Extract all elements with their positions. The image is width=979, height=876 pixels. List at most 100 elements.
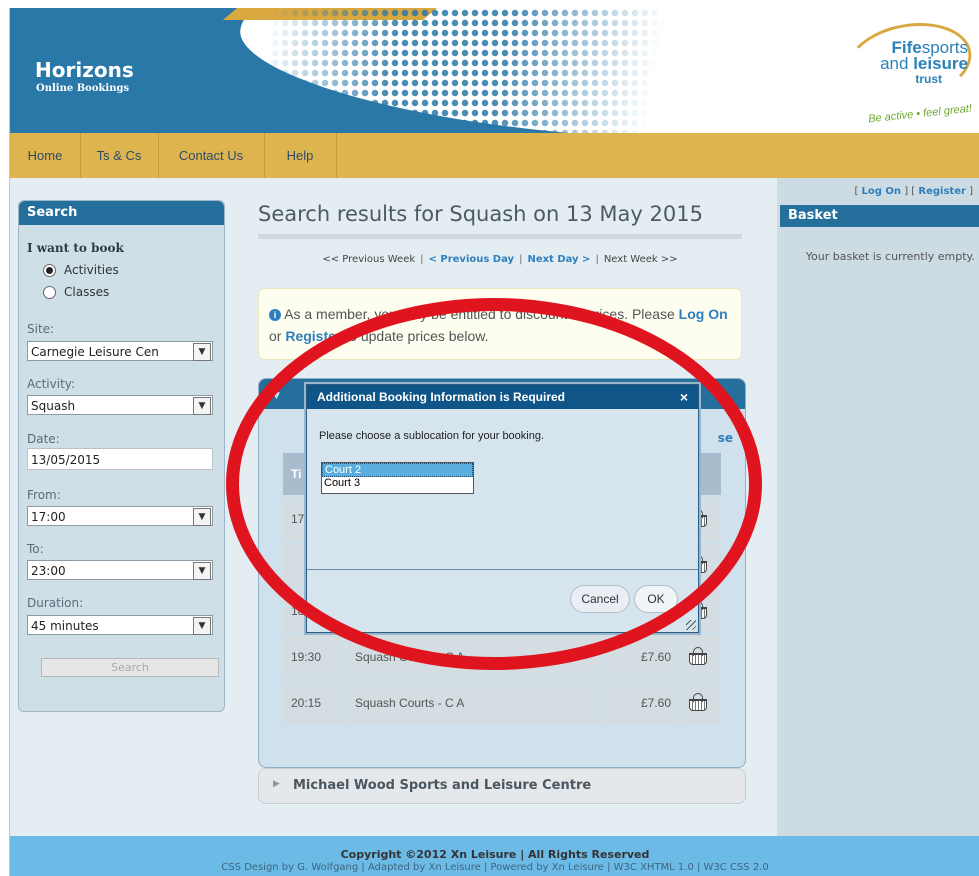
- search-button[interactable]: Search: [41, 658, 219, 677]
- info-or: or: [269, 328, 282, 344]
- search-heading: Search: [19, 201, 224, 225]
- booking-info-dialog: Additional Booking Information is Requir…: [306, 384, 699, 633]
- row-price: £7.60: [601, 633, 681, 681]
- duration-select[interactable]: 45 minutes ▼: [27, 615, 213, 635]
- to-select[interactable]: 23:00 ▼: [27, 560, 213, 580]
- header-dot-pattern: [270, 8, 690, 133]
- logo-line2: and leisure: [880, 54, 968, 73]
- cancel-button[interactable]: Cancel: [570, 585, 630, 613]
- pager-sep: |: [595, 254, 599, 265]
- info-text-end: to update prices below.: [345, 328, 489, 344]
- page: Horizons Online Bookings Fifesports and …: [9, 8, 979, 876]
- chevron-down-icon[interactable]: ▼: [193, 562, 211, 580]
- nav-ts-cs[interactable]: Ts & Cs: [80, 133, 159, 178]
- dialog-message: Please choose a sublocation for your boo…: [319, 430, 545, 442]
- from-select-value: 17:00: [31, 510, 66, 524]
- ok-button[interactable]: OK: [634, 585, 678, 613]
- table-row: 19:30 Squash Courts - C A £7.60: [281, 633, 723, 681]
- radio-activities-label: Activities: [64, 263, 119, 277]
- footer-credits: CSS Design by G. Wolfgang | Adapted by X…: [221, 862, 769, 873]
- date-label: Date:: [27, 432, 60, 446]
- register-header-link[interactable]: Register: [918, 186, 966, 197]
- basket-heading: Basket: [780, 205, 979, 227]
- from-label: From:: [27, 488, 61, 502]
- site-select[interactable]: Carnegie Leisure Cen ▼: [27, 341, 213, 361]
- site-header: Horizons Online Bookings Fifesports and …: [10, 8, 979, 133]
- row-book[interactable]: [679, 679, 723, 727]
- brand-title: Horizons: [35, 58, 134, 82]
- basket-icon[interactable]: [689, 693, 707, 711]
- logo-line3: trust: [915, 72, 942, 86]
- from-select[interactable]: 17:00 ▼: [27, 506, 213, 526]
- member-info-box: i As a member, you may be entitled to di…: [258, 288, 742, 360]
- register-link[interactable]: Register: [285, 328, 341, 344]
- account-links: [ Log On ] [ Register ]: [854, 186, 973, 197]
- next-week-link[interactable]: Next Week >>: [604, 254, 678, 265]
- centre-panel-collapsed[interactable]: ▶ Michael Wood Sports and Leisure Centre: [258, 768, 746, 804]
- basket-icon[interactable]: [689, 647, 707, 665]
- activity-label: Activity:: [27, 377, 76, 391]
- search-panel: Search I want to book Activities Classes…: [18, 200, 225, 712]
- row-time: 19:30: [281, 633, 347, 681]
- next-day-link[interactable]: Next Day >: [527, 254, 590, 265]
- right-sidebar: [777, 178, 979, 838]
- site-select-value: Carnegie Leisure Cen: [31, 345, 159, 359]
- to-select-value: 23:00: [31, 564, 66, 578]
- dialog-title: Additional Booking Information is Requir…: [317, 390, 565, 404]
- sublocation-option-court-3[interactable]: Court 3: [322, 477, 473, 489]
- dialog-divider: [307, 569, 698, 570]
- dialog-title-bar[interactable]: Additional Booking Information is Requir…: [307, 385, 698, 409]
- row-price: £7.60: [601, 679, 681, 727]
- date-field[interactable]: 13/05/2015: [27, 448, 213, 470]
- activity-select[interactable]: Squash ▼: [27, 395, 213, 415]
- logo-tagline: Be active • feel great!: [867, 102, 973, 126]
- basket-empty-message: Your basket is currently empty.: [805, 250, 975, 263]
- row-activity: Squash Courts - C A: [345, 679, 603, 727]
- main-nav: Home Ts & Cs Contact Us Help: [10, 133, 979, 178]
- log-on-link[interactable]: Log On: [679, 306, 728, 322]
- site-footer: Copyright ©2012 Xn Leisure | All Rights …: [10, 836, 979, 876]
- resize-handle-icon[interactable]: [686, 620, 696, 630]
- row-activity: Squash Courts - C A: [345, 633, 603, 681]
- pager-sep: |: [519, 254, 523, 265]
- radio-activities[interactable]: Activities: [43, 263, 119, 277]
- date-pager: << Previous Week | < Previous Day | Next Day…: [258, 254, 742, 265]
- table-row: 20:15 Squash Courts - C A £7.60: [281, 679, 723, 727]
- close-icon[interactable]: ×: [680, 385, 688, 409]
- footer-copyright: Copyright ©2012 Xn Leisure | All Rights …: [340, 848, 650, 861]
- page-title: Search results for Squash on 13 May 2015: [258, 202, 703, 226]
- site-label: Site:: [27, 322, 55, 336]
- fife-sports-leisure-logo: Fifesports and leisure trust Be active •…: [840, 13, 978, 125]
- previous-day-link[interactable]: < Previous Day: [429, 254, 515, 265]
- sublocation-listbox[interactable]: Court 2 Court 3: [321, 462, 474, 494]
- activity-select-value: Squash: [31, 399, 76, 413]
- chevron-down-icon[interactable]: ▼: [193, 397, 211, 415]
- pager-sep: |: [420, 254, 424, 265]
- to-label: To:: [27, 542, 44, 556]
- see-all-link[interactable]: se: [718, 431, 733, 445]
- info-text: As a member, you may be entitled to disc…: [284, 306, 675, 322]
- expand-triangle-icon[interactable]: ▶: [273, 779, 280, 789]
- i-want-to-book-label: I want to book: [27, 241, 124, 255]
- chevron-down-icon[interactable]: ▼: [193, 343, 211, 361]
- sublocation-option-court-2[interactable]: Court 2: [322, 463, 473, 477]
- nav-help[interactable]: Help: [264, 133, 337, 178]
- title-divider: [258, 234, 742, 239]
- nav-contact-us[interactable]: Contact Us: [158, 133, 265, 178]
- collapse-triangle-icon[interactable]: ▼: [273, 391, 280, 401]
- centre-name: Michael Wood Sports and Leisure Centre: [293, 778, 592, 793]
- nav-home[interactable]: Home: [10, 133, 81, 178]
- chevron-down-icon[interactable]: ▼: [193, 617, 211, 635]
- radio-activities-icon[interactable]: [43, 263, 56, 277]
- brand-subtitle: Online Bookings: [36, 83, 130, 94]
- log-on-header-link[interactable]: Log On: [862, 186, 902, 197]
- chevron-down-icon[interactable]: ▼: [193, 508, 211, 526]
- row-time: 20:15: [281, 679, 347, 727]
- info-icon: i: [269, 309, 281, 321]
- radio-classes[interactable]: Classes: [43, 285, 109, 299]
- duration-select-value: 45 minutes: [31, 619, 99, 633]
- row-book[interactable]: [679, 633, 723, 681]
- previous-week-link[interactable]: << Previous Week: [322, 254, 415, 265]
- radio-classes-label: Classes: [64, 285, 110, 299]
- radio-classes-icon[interactable]: [43, 285, 56, 299]
